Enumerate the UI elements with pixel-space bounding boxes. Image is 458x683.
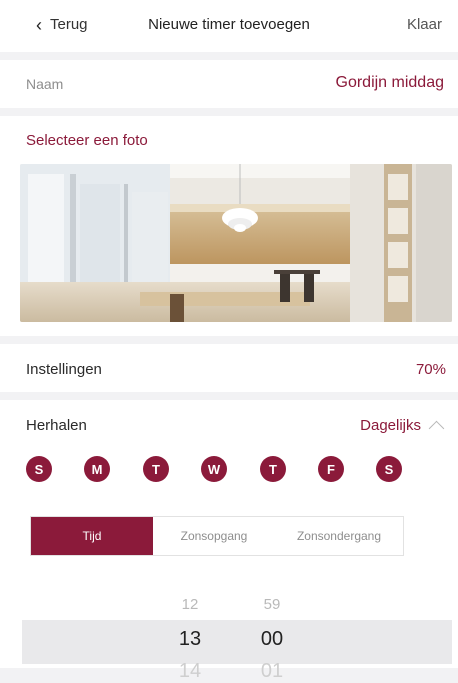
day-saturday[interactable]: S [376,456,402,482]
hour-option-below[interactable]: 14 [170,660,210,683]
tab-zonsondergang[interactable]: Zonsondergang [275,517,403,555]
hour-option-above[interactable]: 12 [170,596,210,613]
chevron-left-icon: ‹ [36,14,42,35]
back-button[interactable]: ‹ Terug [36,14,88,35]
name-input[interactable] [222,73,446,93]
back-label: Terug [50,16,88,33]
time-mode-segmented-control: Tijd Zonsopgang Zonsondergang [30,516,404,556]
repeat-dropdown[interactable]: Dagelijks [360,417,445,436]
page-title: Nieuwe timer toevoegen [148,16,310,33]
settings-value: 70% [415,361,446,378]
day-thursday[interactable]: T [260,456,286,482]
minute-picker-selected[interactable]: 00 [252,628,292,651]
settings-label: Instellingen [26,361,102,378]
day-sunday[interactable]: S [26,456,52,482]
name-label: Naam [26,76,64,92]
tab-zonsopgang[interactable]: Zonsopgang [153,517,275,555]
minute-option-above[interactable]: 59 [252,596,292,613]
repeat-value: Dagelijks [360,417,421,434]
repeat-section: Herhalen Dagelijks S M T W T F S Tijd Zo… [0,400,458,682]
photo-section: Selecteer een foto [0,116,458,336]
day-tuesday[interactable]: T [143,456,169,482]
day-monday[interactable]: M [84,456,110,482]
chevron-up-icon [428,420,445,436]
settings-row[interactable]: Instellingen 70% [0,344,458,392]
day-friday[interactable]: F [318,456,344,482]
weekday-selector: S M T W T F S [26,456,416,482]
select-photo-link[interactable]: Selecteer een foto [26,132,148,149]
tab-tijd[interactable]: Tijd [31,517,153,555]
room-photo-image [20,164,452,322]
room-photo[interactable] [20,164,452,322]
minute-option-below[interactable]: 01 [252,660,292,683]
day-wednesday[interactable]: W [201,456,227,482]
name-row: Naam [0,60,458,108]
navigation-bar: ‹ Terug Nieuwe timer toevoegen Klaar [0,0,458,52]
done-button[interactable]: Klaar [407,16,442,33]
repeat-label: Herhalen [26,417,87,434]
hour-picker-selected[interactable]: 13 [170,628,210,651]
time-picker-selection-band [22,620,452,664]
